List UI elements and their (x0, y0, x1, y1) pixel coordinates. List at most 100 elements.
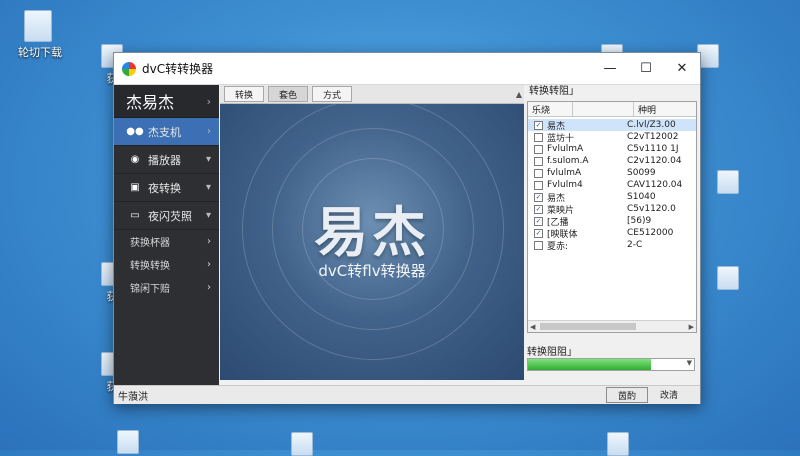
close-button[interactable]: ✕ (664, 53, 700, 84)
chevron-right-icon: › (207, 259, 211, 270)
desktop-icon[interactable] (708, 170, 748, 194)
sidebar-subitem[interactable]: 获换杯器 › (114, 230, 219, 253)
monitor-icon: ▭ (130, 210, 140, 221)
conversion-panel: 转换转阻」 乐烧 种明 ✓ 易杰 C.lvl/Z3.00 蓝坊十 C2vT12002 Fv… (526, 85, 698, 385)
row-checkbox[interactable] (534, 168, 543, 178)
file-list[interactable]: 乐烧 种明 ✓ 易杰 C.lvl/Z3.00 蓝坊十 C2vT12002 FvlulmA C… (527, 101, 697, 333)
sidebar-item-screen[interactable]: ▭ 夜闪芡照 ▾ (114, 202, 219, 230)
list-item[interactable]: ✓ [映联体 CE512000 (528, 227, 696, 240)
list-header: 乐烧 种明 (528, 102, 696, 117)
converter-window: dvC转转换器 — ☐ ✕ 杰易杰 › ●● 杰支机 › ◉ 播放器 ▾ ▣ 夜… (113, 52, 701, 404)
column-header[interactable]: 种明 (634, 102, 696, 116)
row-checkbox[interactable] (534, 240, 543, 250)
sidebar-item-label: 杰支机 (148, 125, 181, 139)
scroll-thumb[interactable] (540, 323, 636, 330)
desktop-icon[interactable] (598, 432, 638, 456)
sidebar: 杰易杰 › ●● 杰支机 › ◉ 播放器 ▾ ▣ 夜转换 ▾ ▭ 夜闪芡照 ▾ … (114, 85, 219, 385)
maximize-button[interactable]: ☐ (628, 53, 664, 84)
column-header[interactable] (573, 102, 634, 116)
list-item[interactable]: ✓ 易杰 C.lvl/Z3.00 (528, 119, 696, 132)
scroll-right-icon[interactable]: ▶ (689, 323, 694, 331)
row-value: CAV1120.04 (627, 180, 683, 190)
row-checkbox[interactable] (534, 156, 543, 166)
eye-icon: ◉ (130, 154, 140, 165)
minimize-button[interactable]: — (592, 53, 628, 84)
list-item[interactable]: ✓ [乙播 [56)9 (528, 215, 696, 228)
list-item[interactable]: ✓ 易杰 S1040 (528, 191, 696, 204)
desktop-icon[interactable] (708, 266, 748, 290)
file-icon (607, 432, 629, 456)
file-icon (117, 430, 139, 454)
tab-convert[interactable]: 转换 (224, 86, 265, 102)
list-item[interactable]: 夏赤: 2-C (528, 239, 696, 252)
row-value: S0099 (627, 168, 656, 178)
cancel-button[interactable]: 改清 (660, 387, 678, 401)
sidebar-item-label: 夜闪芡照 (148, 209, 192, 223)
row-checkbox[interactable] (534, 132, 543, 142)
list-item[interactable]: FvlulmA C5v1110 1J (528, 143, 696, 155)
row-value: C5v1110 1J (627, 144, 679, 154)
row-checkbox[interactable]: ✓ (534, 120, 543, 130)
row-value: [56)9 (627, 216, 652, 226)
scroll-up-icon[interactable]: ▲ (516, 90, 522, 99)
list-item[interactable]: fvlulmA S0099 (528, 167, 696, 179)
row-checkbox[interactable]: ✓ (534, 228, 543, 238)
row-name: fvlulmA (547, 168, 582, 178)
column-header[interactable]: 乐烧 (528, 102, 573, 116)
dropdown-arrow-icon[interactable]: ▼ (687, 359, 692, 367)
list-rows: ✓ 易杰 C.lvl/Z3.00 蓝坊十 C2vT12002 FvlulmA C5v1110… (528, 117, 696, 252)
file-icon (717, 266, 739, 290)
horizontal-scrollbar[interactable]: ◀ ▶ (528, 320, 696, 332)
open-button[interactable]: 茵酌 (606, 387, 648, 403)
row-value: C5v1120.0 (627, 204, 676, 214)
preview-logo: 易杰 (314, 200, 430, 264)
row-checkbox[interactable]: ✓ (534, 216, 543, 226)
row-checkbox[interactable] (534, 180, 543, 190)
chevron-down-icon: ▾ (205, 154, 211, 165)
desktop-icon-download[interactable]: 轮切下载 (18, 10, 62, 60)
row-checkbox[interactable]: ✓ (534, 192, 543, 202)
sidebar-subitem[interactable]: 转换转换 › (114, 253, 219, 276)
row-value: C2v1120.04 (627, 156, 682, 166)
users-icon: ●● (126, 126, 144, 137)
status-text: 牛蒗洪 (118, 391, 148, 403)
sidebar-item-convert[interactable]: ▣ 夜转换 ▾ (114, 174, 219, 202)
row-checkbox[interactable] (534, 144, 543, 154)
panel-title: 转换转阻」 (529, 86, 579, 97)
conversion-progress: ▼ (527, 358, 695, 371)
tab-color[interactable]: 套色 (268, 86, 309, 102)
preview-subtitle: dvC转flv转换器 (318, 262, 426, 280)
sidebar-subitem-label: 锦闲下赔 (130, 284, 170, 295)
file-icon (717, 170, 739, 194)
sidebar-subitem[interactable]: 锦闲下赔 › (114, 276, 219, 299)
title-bar[interactable]: dvC转转换器 — ☐ ✕ (114, 53, 700, 85)
sidebar-subitem-label: 转换转换 (130, 261, 170, 272)
window-title: dvC转转换器 (142, 62, 214, 76)
list-item[interactable]: ✓ 菜映片 C5v1120.0 (528, 203, 696, 216)
desktop-icon[interactable] (108, 430, 148, 454)
sidebar-subitem-label: 获换杯器 (130, 238, 170, 249)
row-value: C2vT12002 (627, 132, 679, 142)
row-checkbox[interactable]: ✓ (534, 204, 543, 214)
sidebar-item-label: 夜转换 (148, 181, 181, 195)
desktop-icon[interactable] (282, 432, 322, 456)
row-value: S1040 (627, 192, 656, 202)
scroll-left-icon[interactable]: ◀ (530, 323, 535, 331)
tab-mode[interactable]: 方式 (312, 86, 353, 102)
desktop-icon-label: 轮切下载 (18, 46, 62, 59)
list-item[interactable]: Fvlulm4 CAV1120.04 (528, 179, 696, 191)
row-name: f.sulom.A (547, 156, 589, 166)
preview-area: 易杰 dvC转flv转换器 (220, 104, 524, 380)
tab-bar: 转换 套色 方式 ▲ (220, 85, 524, 104)
sidebar-item-users[interactable]: ●● 杰支机 › (114, 118, 219, 146)
chevron-down-icon: ▾ (205, 210, 211, 221)
brand-label: 杰易杰 (126, 93, 175, 112)
sidebar-item-player[interactable]: ◉ 播放器 ▾ (114, 146, 219, 174)
chevron-right-icon: › (206, 94, 211, 108)
row-value: CE512000 (627, 228, 674, 238)
row-value: C.lvl/Z3.00 (627, 120, 676, 130)
row-name: 蓝坊十 (547, 133, 575, 144)
list-item[interactable]: f.sulom.A C2v1120.04 (528, 155, 696, 167)
list-item[interactable]: 蓝坊十 C2vT12002 (528, 131, 696, 144)
sidebar-brand[interactable]: 杰易杰 › (114, 85, 219, 118)
